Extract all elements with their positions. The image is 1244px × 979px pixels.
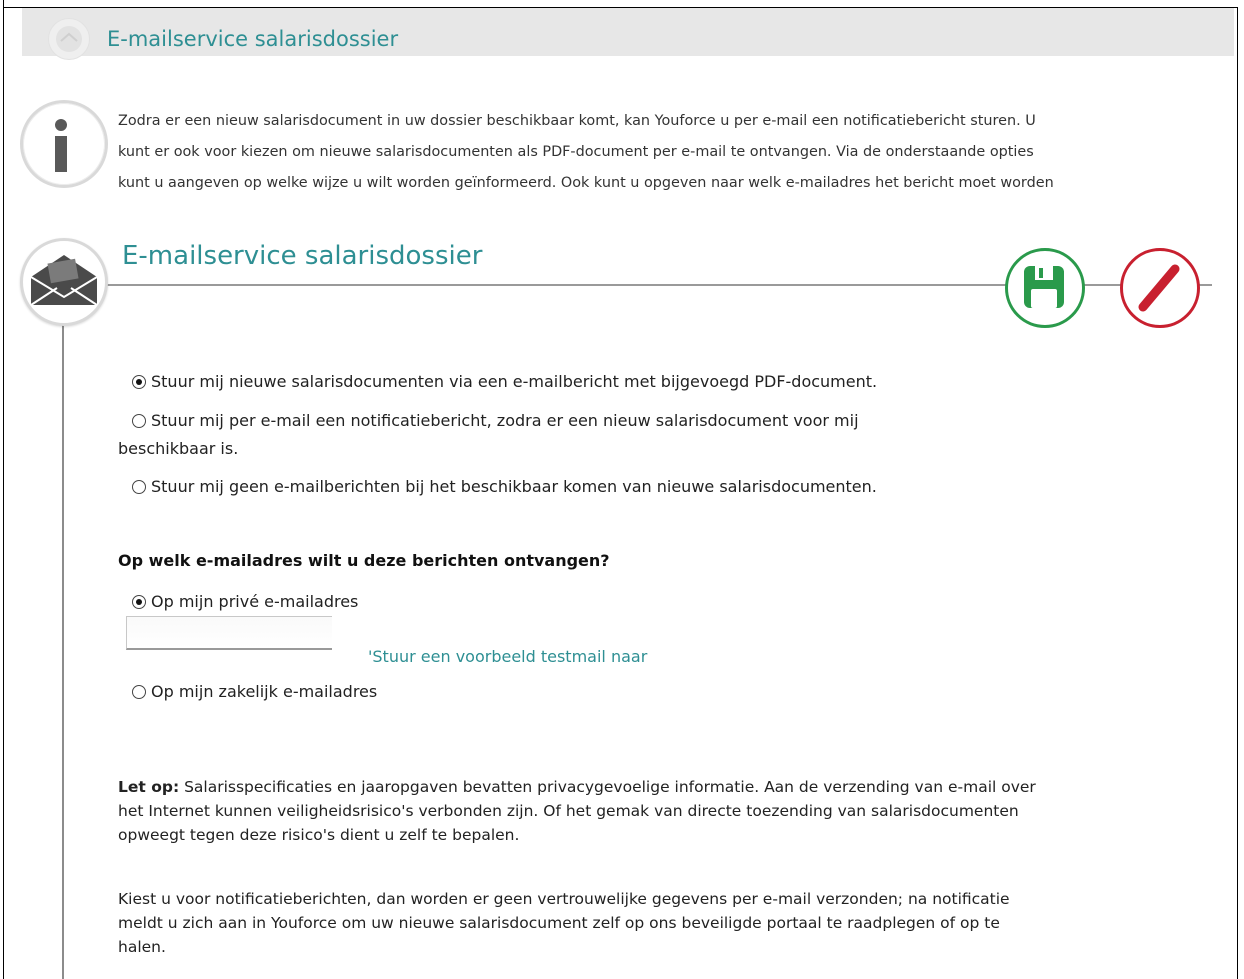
envelope-icon — [20, 238, 108, 326]
option-label: Stuur mij geen e-mailberichten bij het b… — [151, 477, 877, 496]
info-text: Zodra er een nieuw salarisdocument in uw… — [118, 106, 1198, 199]
notice-paragraph: Let op: Salarisspecificaties en jaaropga… — [118, 775, 1188, 847]
pencil-slash-icon — [1138, 264, 1180, 312]
radio-button[interactable] — [132, 595, 146, 609]
send-testmail-link[interactable]: 'Stuur een voorbeeld testmail naar — [368, 647, 647, 666]
notice-line: opweegt tegen deze risico's dient u zelf… — [118, 826, 520, 844]
frame-border-right — [1237, 7, 1238, 979]
option-private-address[interactable]: Op mijn privé e-mailadres — [132, 591, 358, 613]
info-icon — [20, 100, 108, 188]
option-label: Op mijn zakelijk e-mailadres — [151, 682, 378, 701]
frame-border-left — [3, 0, 4, 979]
notice-line: Let op: Salarisspecificaties en jaaropga… — [118, 775, 1188, 799]
notice-paragraph-2: Kiest u voor notificatieberichten, dan w… — [118, 887, 1188, 959]
timeline-line — [62, 325, 64, 979]
section-title: E-mailservice salarisdossier — [122, 241, 483, 271]
option-no-email[interactable]: Stuur mij geen e-mailberichten bij het b… — [132, 476, 877, 498]
radio-button[interactable] — [132, 414, 146, 428]
notice-bold-prefix: Let op: — [118, 778, 180, 796]
radio-button[interactable] — [132, 480, 146, 494]
info-line: kunt er ook voor kiezen om nieuwe salari… — [118, 144, 1034, 160]
notice-line: het Internet kunnen veiligheidsrisico's … — [118, 802, 1019, 820]
radio-button[interactable] — [132, 375, 146, 389]
header-title: E-mailservice salarisdossier — [107, 27, 399, 51]
notice-line: Kiest u voor notificatieberichten, dan w… — [118, 890, 1010, 908]
option-label: Stuur mij nieuwe salarisdocumenten via e… — [151, 372, 878, 391]
notice-line: meldt u zich aan in Youforce om uw nieuw… — [118, 914, 1000, 932]
option-notification[interactable]: Stuur mij per e-mail een notificatieberi… — [132, 410, 859, 432]
option-pdf-email[interactable]: Stuur mij nieuwe salarisdocumenten via e… — [132, 371, 877, 393]
notice-line: halen. — [118, 938, 166, 956]
cancel-button[interactable] — [1120, 248, 1200, 328]
address-question: Op welk e-mailadres wilt u deze berichte… — [118, 551, 610, 570]
notice-text: Salarisspecificaties en jaaropgaven beva… — [179, 778, 1036, 796]
option-label: Stuur mij per e-mail een notificatieberi… — [151, 411, 859, 430]
option-label-continued: beschikbaar is. — [118, 439, 239, 458]
floppy-disk-icon — [1024, 266, 1064, 308]
radio-button[interactable] — [132, 685, 146, 699]
option-label: Op mijn privé e-mailadres — [151, 592, 359, 611]
info-line: Zodra er een nieuw salarisdocument in uw… — [118, 113, 1036, 129]
private-email-input[interactable] — [126, 616, 332, 650]
envelope-logo-icon — [48, 18, 90, 60]
info-line: kunt u aangeven op welke wijze u wilt wo… — [118, 175, 1054, 191]
title-bar: E-mailservice salarisdossier — [22, 8, 1234, 60]
option-business-address[interactable]: Op mijn zakelijk e-mailadres — [132, 681, 377, 703]
save-button[interactable] — [1005, 248, 1085, 328]
